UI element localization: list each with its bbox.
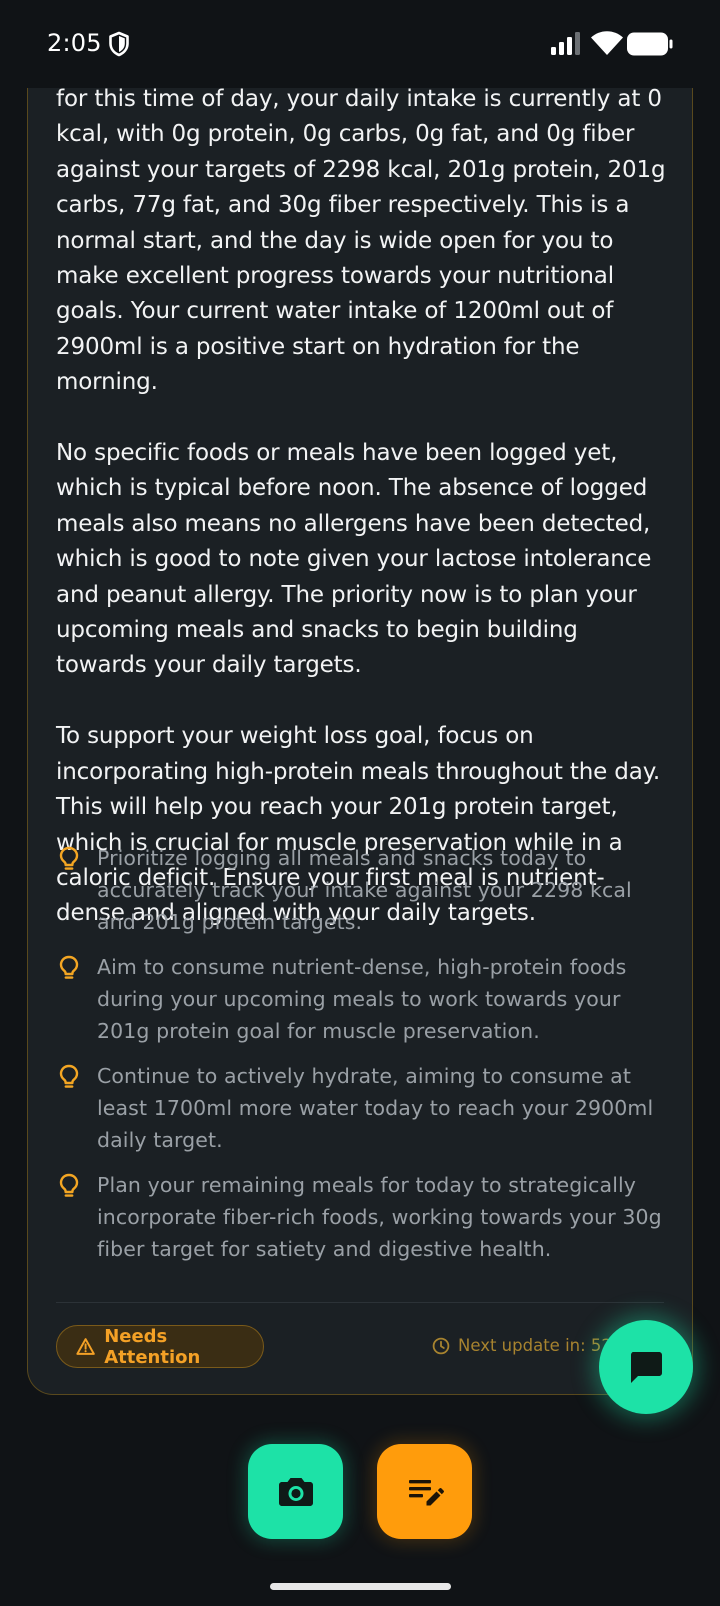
edit-note-button[interactable] <box>377 1444 472 1539</box>
tip-item: Aim to consume nutrient-dense, high-prot… <box>56 951 676 1047</box>
tip-item: Prioritize logging all meals and snacks … <box>56 842 676 938</box>
status-badge-label: Needs Attention <box>104 1325 201 1368</box>
next-update-text: Next update in: 52 <box>458 1336 612 1355</box>
tips-list: Prioritize logging all meals and snacks … <box>56 842 676 1265</box>
camera-icon <box>278 1477 313 1506</box>
home-indicator[interactable] <box>270 1583 451 1590</box>
battery-icon <box>627 32 673 56</box>
next-update-timer: Next update in: 52 <box>432 1336 612 1355</box>
tip-text: Aim to consume nutrient-dense, high-prot… <box>97 955 627 1043</box>
insight-paragraph: for this time of day, your daily intake … <box>56 86 666 396</box>
lightbulb-icon <box>59 846 79 870</box>
camera-button[interactable] <box>248 1444 343 1539</box>
tip-item: Continue to actively hydrate, aiming to … <box>56 1060 676 1156</box>
tip-item: Plan your remaining meals for today to s… <box>56 1169 676 1265</box>
insight-summary: for this time of day, your daily intake … <box>56 82 666 932</box>
warning-triangle-icon <box>76 1338 95 1355</box>
status-bar: 2:05 <box>0 0 720 88</box>
tip-text: Continue to actively hydrate, aiming to … <box>97 1064 654 1152</box>
lightbulb-icon <box>59 1064 79 1088</box>
status-badge: Needs Attention <box>56 1325 264 1368</box>
card-divider <box>56 1302 664 1303</box>
chat-button[interactable] <box>599 1320 693 1414</box>
shield-icon <box>109 31 129 57</box>
clock-icon <box>432 1337 450 1354</box>
cellular-signal-icon <box>551 32 580 55</box>
edit-note-icon <box>408 1479 444 1505</box>
insight-paragraph: No specific foods or meals have been log… <box>56 440 652 679</box>
wifi-icon <box>591 31 623 55</box>
tip-text: Plan your remaining meals for today to s… <box>97 1173 662 1261</box>
app-screen: 2:05 for this time of day, your daily in… <box>0 0 720 1606</box>
lightbulb-icon <box>59 955 79 979</box>
lightbulb-icon <box>59 1173 79 1197</box>
status-time: 2:05 <box>47 29 102 57</box>
tip-text: Prioritize logging all meals and snacks … <box>97 846 632 934</box>
chat-bubble-icon <box>631 1352 662 1383</box>
